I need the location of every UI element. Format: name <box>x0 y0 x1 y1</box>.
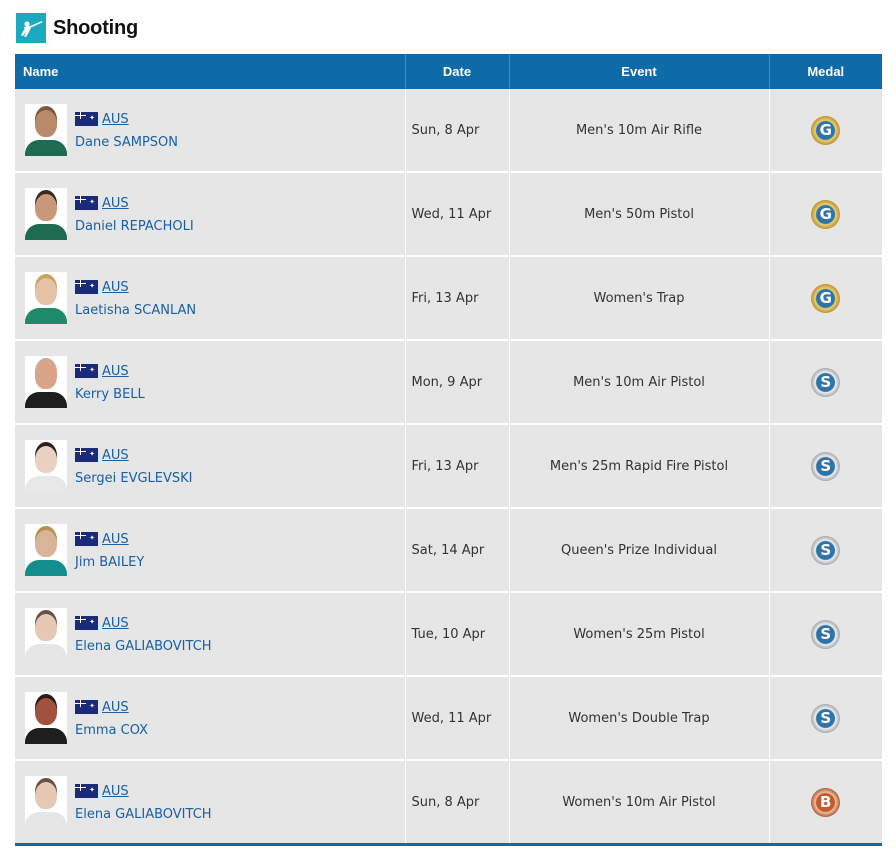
name-cell: AUS Sergei EVGLEVSKI <box>15 424 406 509</box>
table-row: AUS Dane SAMPSON Sun, 8 Apr Men's 10m Ai… <box>15 89 882 173</box>
column-header-event[interactable]: Event <box>509 54 770 89</box>
date-cell: Wed, 11 Apr <box>405 172 510 257</box>
date-cell: Wed, 11 Apr <box>405 676 510 761</box>
athlete-photo[interactable] <box>25 272 67 324</box>
table-row: AUS Kerry BELL Mon, 9 Apr Men's 10m Air … <box>15 340 882 425</box>
medal-icon: S <box>811 367 841 397</box>
country-link[interactable]: AUS <box>102 616 129 631</box>
name-cell: AUS Dane SAMPSON <box>15 89 406 173</box>
medal-cell: G <box>769 172 882 257</box>
table-row: AUS Laetisha SCANLAN Fri, 13 Apr Women's… <box>15 256 882 341</box>
athlete-name-link[interactable]: Kerry BELL <box>75 387 145 402</box>
medal-cell: S <box>769 676 882 761</box>
athlete-photo[interactable] <box>25 776 67 828</box>
event-cell: Queen's Prize Individual <box>509 508 770 593</box>
table-row: AUS Emma COX Wed, 11 Apr Women's Double … <box>15 676 882 761</box>
medal-icon: B <box>811 787 841 817</box>
medal-cell: B <box>769 760 882 846</box>
australia-flag-icon <box>75 112 98 126</box>
date-cell: Sun, 8 Apr <box>405 760 510 846</box>
medal-cell: S <box>769 508 882 593</box>
athlete-photo[interactable] <box>25 104 67 156</box>
country-link[interactable]: AUS <box>102 280 129 295</box>
name-cell: AUS Elena GALIABOVITCH <box>15 592 406 677</box>
medal-icon: S <box>811 619 841 649</box>
event-cell: Men's 10m Air Rifle <box>509 89 770 173</box>
athlete-photo[interactable] <box>25 188 67 240</box>
table-row: AUS Elena GALIABOVITCH Sun, 8 Apr Women'… <box>15 760 882 846</box>
column-header-medal[interactable]: Medal <box>769 54 882 89</box>
name-cell: AUS Daniel REPACHOLI <box>15 172 406 257</box>
medal-cell: S <box>769 424 882 509</box>
athlete-photo[interactable] <box>25 524 67 576</box>
event-cell: Women's 25m Pistol <box>509 592 770 677</box>
name-cell: AUS Kerry BELL <box>15 340 406 425</box>
medal-cell: S <box>769 592 882 677</box>
date-cell: Fri, 13 Apr <box>405 256 510 341</box>
athlete-name-link[interactable]: Laetisha SCANLAN <box>75 303 196 318</box>
australia-flag-icon <box>75 364 98 378</box>
page-title: Shooting <box>53 16 139 39</box>
medal-cell: G <box>769 89 882 173</box>
country-link[interactable]: AUS <box>102 112 129 127</box>
country-link[interactable]: AUS <box>102 784 129 799</box>
column-header-name[interactable]: Name <box>15 54 406 89</box>
country-link[interactable]: AUS <box>102 700 129 715</box>
athlete-photo[interactable] <box>25 356 67 408</box>
australia-flag-icon <box>75 700 98 714</box>
date-cell: Mon, 9 Apr <box>405 340 510 425</box>
australia-flag-icon <box>75 448 98 462</box>
name-cell: AUS Jim BAILEY <box>15 508 406 593</box>
medal-icon: S <box>811 703 841 733</box>
date-cell: Tue, 10 Apr <box>405 592 510 677</box>
event-cell: Women's Double Trap <box>509 676 770 761</box>
column-header-date[interactable]: Date <box>405 54 510 89</box>
country-link[interactable]: AUS <box>102 532 129 547</box>
shooting-sport-icon <box>16 13 46 43</box>
date-cell: Fri, 13 Apr <box>405 424 510 509</box>
medal-cell: S <box>769 340 882 425</box>
table-row: AUS Daniel REPACHOLI Wed, 11 Apr Men's 5… <box>15 172 882 257</box>
table-header-row: Name Date Event Medal <box>15 54 882 89</box>
table-row: AUS Sergei EVGLEVSKI Fri, 13 Apr Men's 2… <box>15 424 882 509</box>
table-row: AUS Jim BAILEY Sat, 14 Apr Queen's Prize… <box>15 508 882 593</box>
medal-icon: G <box>811 115 841 145</box>
name-cell: AUS Elena GALIABOVITCH <box>15 760 406 846</box>
australia-flag-icon <box>75 532 98 546</box>
medal-icon: S <box>811 451 841 481</box>
australia-flag-icon <box>75 784 98 798</box>
country-link[interactable]: AUS <box>102 364 129 379</box>
athlete-name-link[interactable]: Sergei EVGLEVSKI <box>75 471 193 486</box>
country-link[interactable]: AUS <box>102 196 129 211</box>
athlete-photo[interactable] <box>25 440 67 492</box>
event-cell: Men's 50m Pistol <box>509 172 770 257</box>
australia-flag-icon <box>75 196 98 210</box>
athlete-name-link[interactable]: Jim BAILEY <box>75 555 144 570</box>
name-cell: AUS Laetisha SCANLAN <box>15 256 406 341</box>
athlete-name-link[interactable]: Elena GALIABOVITCH <box>75 807 212 822</box>
athlete-name-link[interactable]: Elena GALIABOVITCH <box>75 639 212 654</box>
medal-icon: S <box>811 535 841 565</box>
country-link[interactable]: AUS <box>102 448 129 463</box>
table-row: AUS Elena GALIABOVITCH Tue, 10 Apr Women… <box>15 592 882 677</box>
medal-icon: G <box>811 199 841 229</box>
athlete-photo[interactable] <box>25 692 67 744</box>
name-cell: AUS Emma COX <box>15 676 406 761</box>
event-cell: Women's Trap <box>509 256 770 341</box>
medal-icon: G <box>811 283 841 313</box>
australia-flag-icon <box>75 280 98 294</box>
event-cell: Women's 10m Air Pistol <box>509 760 770 846</box>
date-cell: Sun, 8 Apr <box>405 89 510 173</box>
athlete-name-link[interactable]: Dane SAMPSON <box>75 135 178 150</box>
athlete-photo[interactable] <box>25 608 67 660</box>
date-cell: Sat, 14 Apr <box>405 508 510 593</box>
page-header: Shooting <box>16 13 138 43</box>
event-cell: Men's 25m Rapid Fire Pistol <box>509 424 770 509</box>
athlete-name-link[interactable]: Daniel REPACHOLI <box>75 219 194 234</box>
athlete-name-link[interactable]: Emma COX <box>75 723 148 738</box>
medal-cell: G <box>769 256 882 341</box>
event-cell: Men's 10m Air Pistol <box>509 340 770 425</box>
medalists-table: Name Date Event Medal AUS Dane SAMPSON <box>15 54 882 846</box>
australia-flag-icon <box>75 616 98 630</box>
